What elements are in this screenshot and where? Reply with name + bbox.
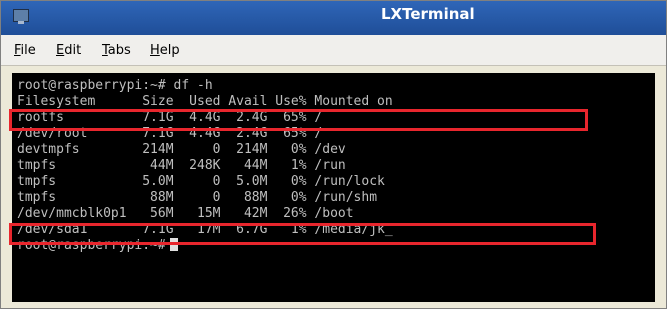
window-title: LXTerminal — [381, 5, 475, 23]
terminal-prompt-text: root@raspberrypi:~# — [17, 238, 166, 253]
terminal-line-rootfs: rootfs 7.1G 4.4G 2.4G 65% / — [17, 110, 323, 125]
terminal-line-sda1: /dev/sda1 7.1G 17M 6.7G 1% /media/jk_ — [17, 222, 393, 237]
menu-file[interactable]: File — [14, 43, 36, 58]
menu-help-mnemonic: H — [150, 43, 160, 58]
terminal-line-dev-root: /dev/root 7.1G 4.4G 2.4G 65% / — [17, 126, 323, 141]
terminal-line-header: Filesystem Size Used Avail Use% Mounted … — [17, 94, 393, 109]
menu-help[interactable]: Help — [150, 43, 180, 58]
menu-tabs-label: abs — [107, 43, 131, 58]
menu-edit[interactable]: Edit — [56, 43, 81, 58]
menu-bar: File Edit Tabs Help — [1, 35, 666, 66]
menu-help-label: elp — [159, 43, 180, 58]
terminal-line-tmpfs-run: tmpfs 44M 248K 44M 1% /run — [17, 158, 346, 173]
terminal-line-prompt: root@raspberrypi:~# — [17, 238, 178, 254]
menu-edit-mnemonic: E — [56, 43, 65, 58]
terminal-line-tmpfs-shm: tmpfs 88M 0 88M 0% /run/shm — [17, 190, 378, 205]
terminal-output[interactable]: root@raspberrypi:~# df -h Filesystem Siz… — [12, 73, 655, 302]
terminal-icon[interactable] — [13, 9, 29, 24]
text-cursor — [169, 238, 178, 251]
terminal-line-command: root@raspberrypi:~# df -h — [17, 78, 213, 93]
terminal-line-boot: /dev/mmcblk0p1 56M 15M 42M 26% /boot — [17, 206, 354, 221]
terminal-window: LXTerminal File Edit Tabs Help root@rasp… — [0, 0, 667, 309]
title-bar[interactable]: LXTerminal — [1, 1, 666, 36]
terminal-line-devtmpfs: devtmpfs 214M 0 214M 0% /dev — [17, 142, 346, 157]
menu-file-label: ile — [20, 43, 36, 58]
menu-edit-label: dit — [64, 43, 82, 58]
terminal-line-tmpfs-lock: tmpfs 5.0M 0 5.0M 0% /run/lock — [17, 174, 385, 189]
menu-tabs[interactable]: Tabs — [102, 43, 131, 58]
